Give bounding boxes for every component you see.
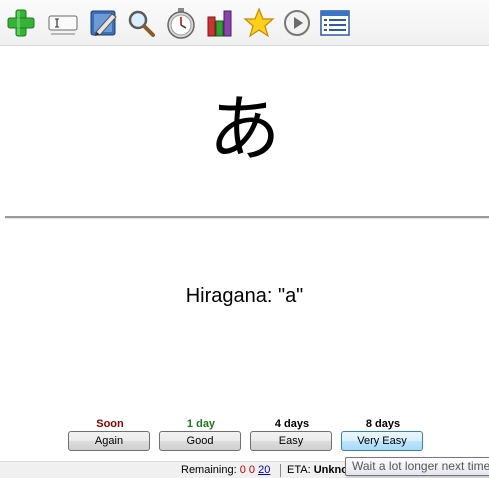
remaining-status: Remaining: 0 0 20	[181, 462, 270, 478]
search-button[interactable]	[125, 7, 157, 39]
ease-group-again: Soon Again	[68, 418, 152, 451]
ease-interval-very-easy: 8 days	[365, 418, 401, 430]
star-button[interactable]	[243, 7, 275, 39]
card-question: あ	[208, 87, 281, 171]
edit-button[interactable]	[88, 7, 120, 39]
ease-interval-again: Soon	[96, 418, 124, 430]
remaining-new-count: 0	[239, 464, 246, 476]
review-window: あ Hiragana: "a" Soon Again 1 day Good 4 …	[0, 0, 489, 478]
list-button[interactable]	[319, 7, 351, 39]
very-easy-button[interactable]: Very Easy	[341, 431, 423, 451]
eta-label: ETA:	[287, 464, 311, 476]
statistics-button[interactable]	[204, 7, 236, 39]
rename-field-button[interactable]	[47, 7, 79, 39]
remaining-review-count[interactable]: 20	[258, 464, 270, 476]
ease-group-easy: 4 days Easy	[250, 418, 334, 451]
rename-field-icon	[48, 15, 78, 35]
very-easy-tooltip: Wait a lot longer next time	[345, 457, 489, 476]
add-button[interactable]	[5, 7, 37, 39]
list-icon	[320, 10, 350, 36]
remaining-label: Remaining:	[181, 464, 237, 476]
toolbar	[0, 0, 489, 46]
timer-icon	[167, 8, 195, 39]
good-button[interactable]: Good	[159, 431, 241, 451]
star-icon	[243, 7, 275, 38]
question-answer-divider	[5, 216, 489, 219]
ease-interval-easy: 4 days	[274, 418, 310, 430]
statistics-icon	[207, 10, 232, 37]
again-button[interactable]: Again	[68, 431, 150, 451]
card-answer: Hiragana: "a"	[185, 285, 304, 307]
play-icon	[284, 10, 310, 36]
add-icon	[7, 9, 35, 37]
play-button[interactable]	[281, 7, 313, 39]
ease-interval-good: 1 day	[186, 418, 216, 430]
ease-group-good: 1 day Good	[159, 418, 243, 451]
ease-group-very-easy: 8 days Very Easy	[341, 418, 425, 451]
eta-status: ETA: Unkno	[287, 462, 348, 478]
remaining-failed-count: 0	[248, 464, 256, 476]
easy-button[interactable]: Easy	[250, 431, 332, 451]
search-icon	[128, 10, 155, 37]
edit-icon	[90, 10, 117, 36]
status-separator	[280, 464, 281, 477]
eta-value: Unkno	[313, 464, 348, 476]
timer-button[interactable]	[165, 7, 197, 39]
